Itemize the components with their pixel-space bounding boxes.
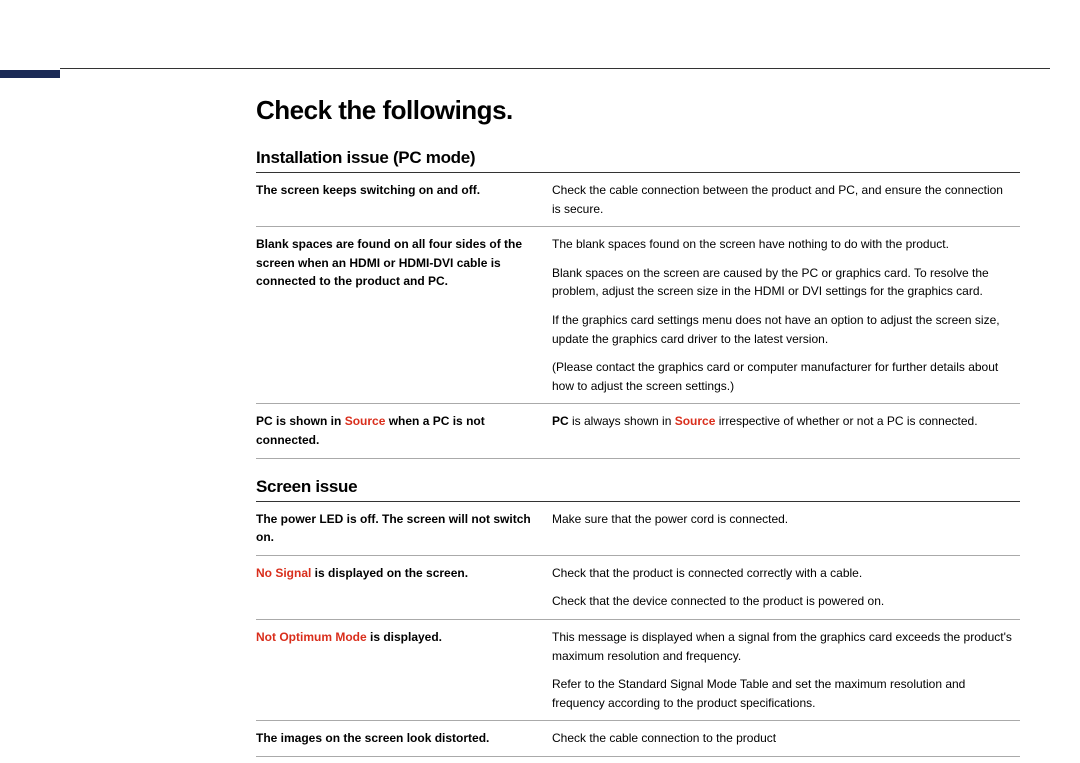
table-screen: The power LED is off. The screen will no… xyxy=(256,502,1020,757)
text-plain: is shown in xyxy=(273,414,345,428)
issue-cell: No Signal is displayed on the screen. xyxy=(256,555,552,619)
text-bold: PC xyxy=(552,414,569,428)
table-row: PC is shown in Source when a PC is not c… xyxy=(256,404,1020,458)
header-line xyxy=(60,68,1050,69)
table-row: The screen keeps switching on and off. C… xyxy=(256,173,1020,227)
answer-paragraph: Blank spaces on the screen are caused by… xyxy=(552,264,1014,301)
issue-cell: The images on the screen look distorted. xyxy=(256,721,552,757)
page-content: Check the followings. Installation issue… xyxy=(0,0,1080,757)
answer-paragraph: This message is displayed when a signal … xyxy=(552,628,1014,665)
text-plain: is displayed on the screen. xyxy=(311,566,468,580)
answer-cell: Check the cable connection to the produc… xyxy=(552,721,1020,757)
answer-paragraph: (Please contact the graphics card or com… xyxy=(552,358,1014,395)
section-heading-screen: Screen issue xyxy=(256,477,1020,497)
table-row: Blank spaces are found on all four sides… xyxy=(256,227,1020,404)
text-red: Source xyxy=(675,414,716,428)
answer-cell: Check that the product is connected corr… xyxy=(552,555,1020,619)
text-red: Source xyxy=(345,414,386,428)
text-plain: is always shown in xyxy=(569,414,675,428)
answer-paragraph: Check that the product is connected corr… xyxy=(552,564,1014,583)
table-row: No Signal is displayed on the screen. Ch… xyxy=(256,555,1020,619)
answer-paragraph: Check that the device connected to the p… xyxy=(552,592,1014,611)
answer-paragraph: If the graphics card settings menu does … xyxy=(552,311,1014,348)
issue-cell: Blank spaces are found on all four sides… xyxy=(256,227,552,404)
issue-cell: The power LED is off. The screen will no… xyxy=(256,502,552,556)
header-rule xyxy=(0,65,1050,73)
table-row: Not Optimum Mode is displayed. This mess… xyxy=(256,619,1020,720)
issue-cell: The screen keeps switching on and off. xyxy=(256,173,552,227)
text-red: No Signal xyxy=(256,566,311,580)
issue-cell: Not Optimum Mode is displayed. xyxy=(256,619,552,720)
answer-cell: This message is displayed when a signal … xyxy=(552,619,1020,720)
answer-cell: PC is always shown in Source irrespectiv… xyxy=(552,404,1020,458)
answer-paragraph: Refer to the Standard Signal Mode Table … xyxy=(552,675,1014,712)
text-bold: PC xyxy=(256,414,273,428)
page-title: Check the followings. xyxy=(256,95,1020,126)
answer-cell: Check the cable connection between the p… xyxy=(552,173,1020,227)
header-accent-bar xyxy=(0,70,60,78)
table-row: The images on the screen look distorted.… xyxy=(256,721,1020,757)
section-heading-installation: Installation issue (PC mode) xyxy=(256,148,1020,168)
text-plain: is displayed. xyxy=(367,630,442,644)
table-installation: The screen keeps switching on and off. C… xyxy=(256,173,1020,459)
answer-cell: The blank spaces found on the screen hav… xyxy=(552,227,1020,404)
answer-cell: Make sure that the power cord is connect… xyxy=(552,502,1020,556)
issue-cell: PC is shown in Source when a PC is not c… xyxy=(256,404,552,458)
text-red: Not Optimum Mode xyxy=(256,630,367,644)
answer-paragraph: The blank spaces found on the screen hav… xyxy=(552,235,1014,254)
text-plain: irrespective of whether or not a PC is c… xyxy=(715,414,977,428)
table-row: The power LED is off. The screen will no… xyxy=(256,502,1020,556)
